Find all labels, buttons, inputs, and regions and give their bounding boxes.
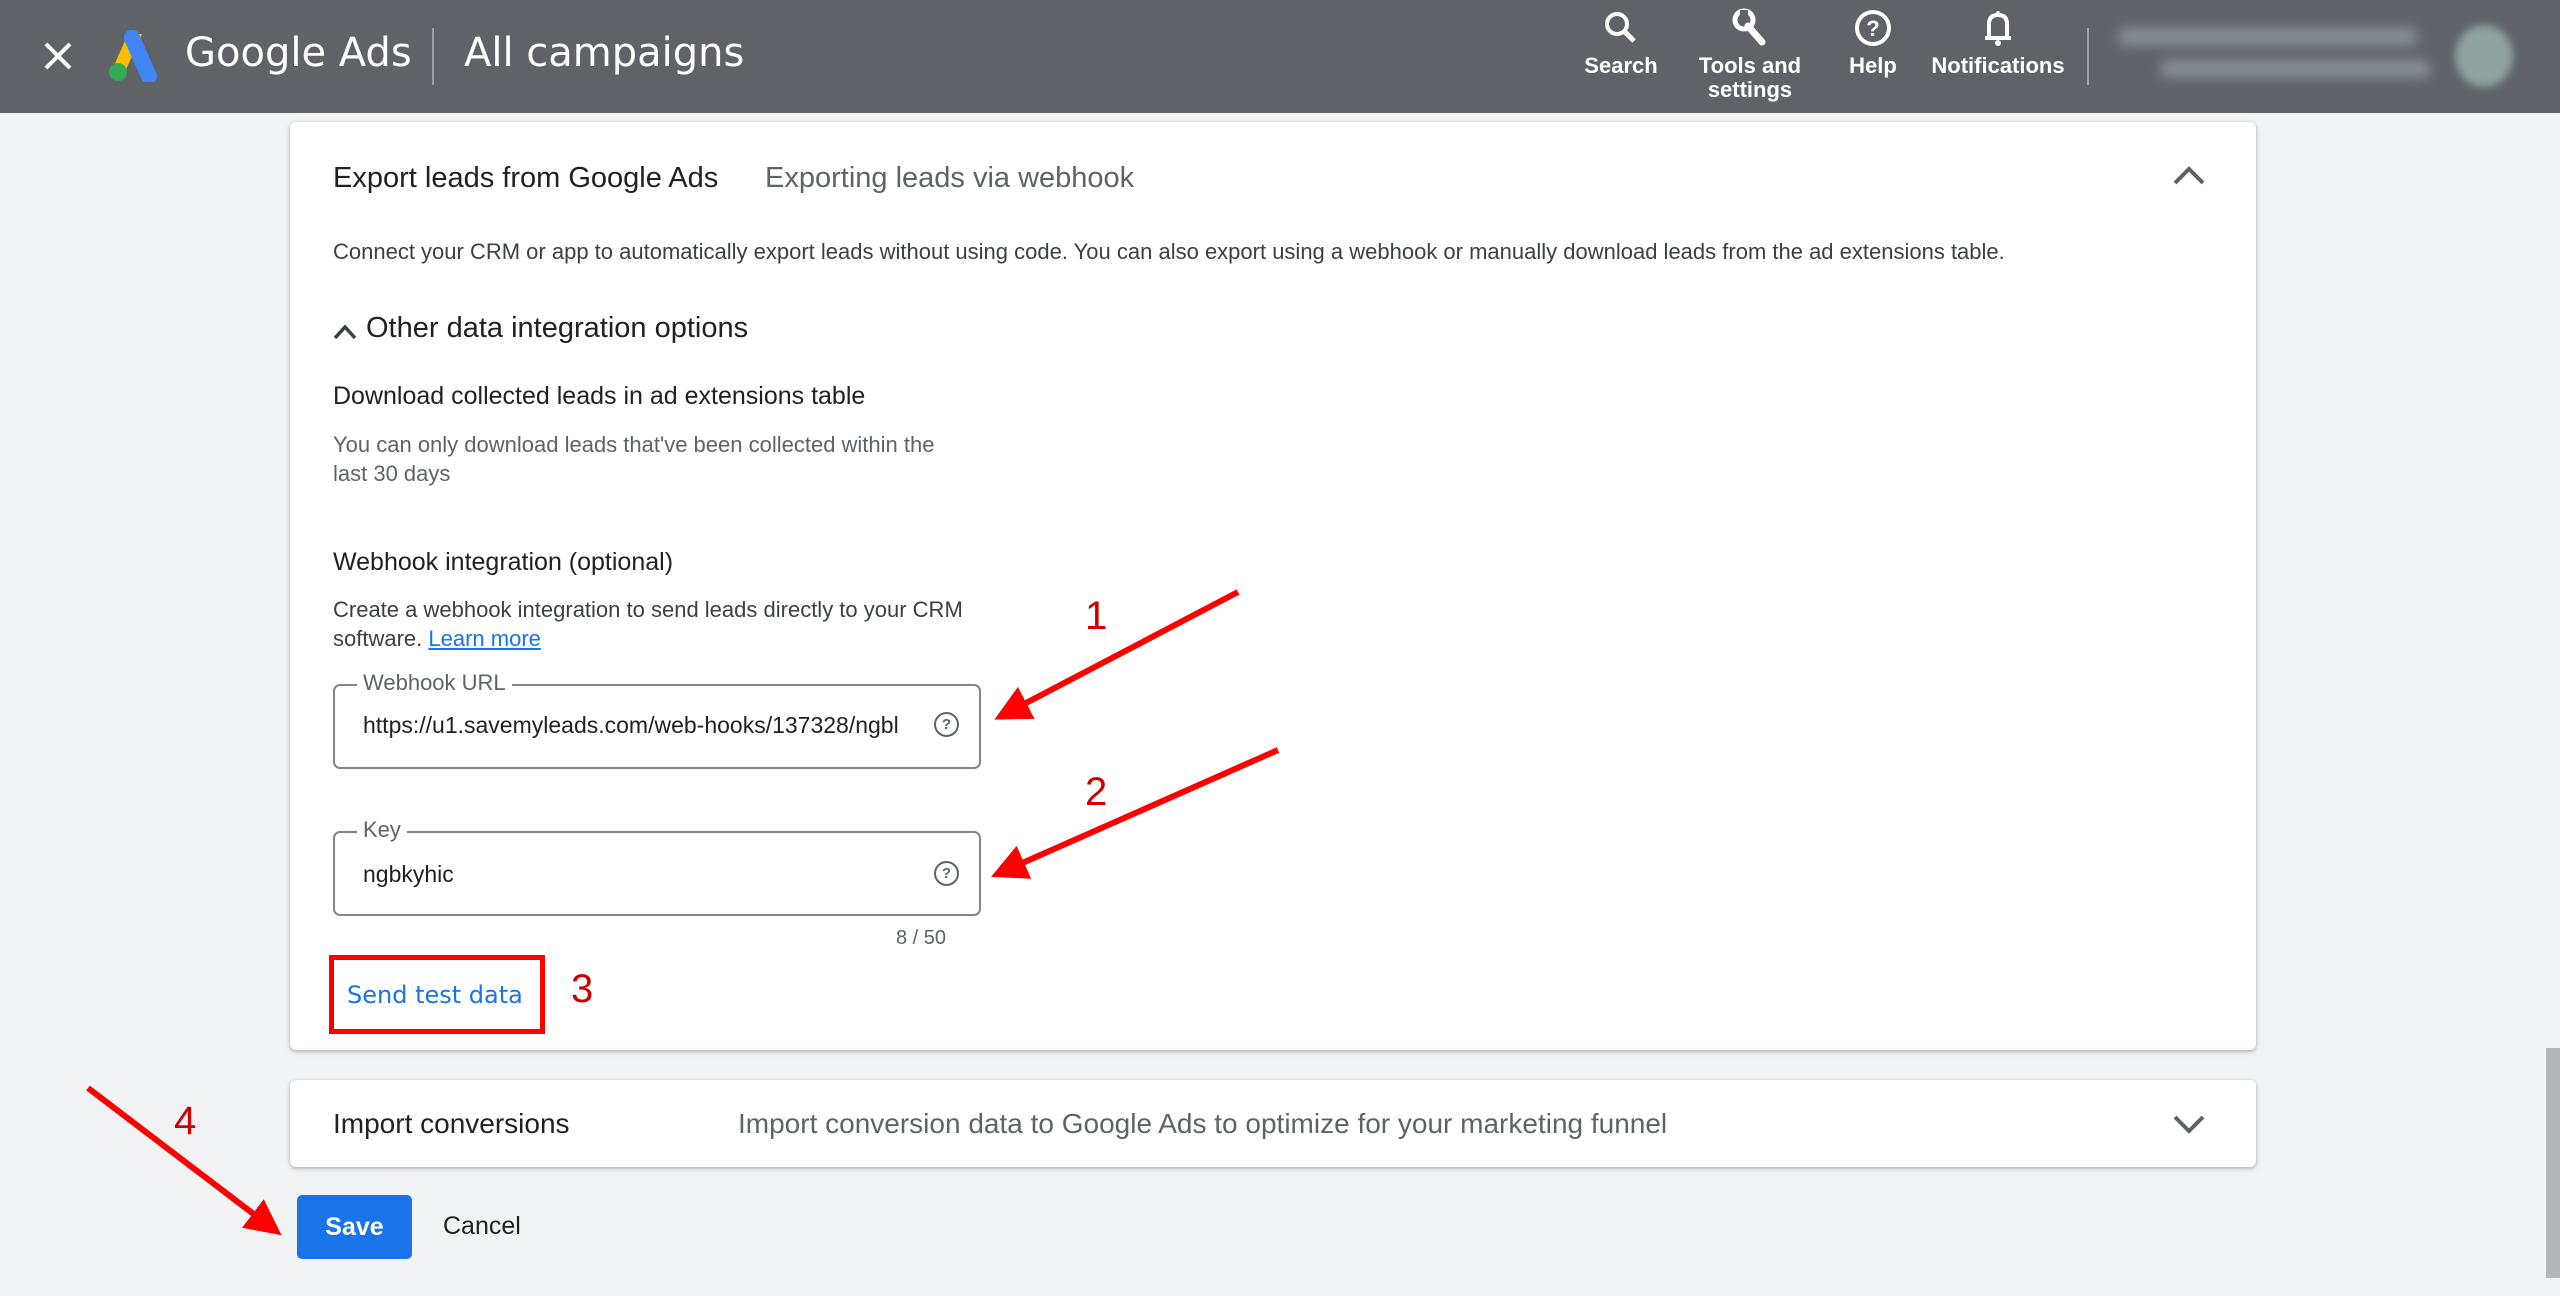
bell-icon: [1985, 11, 2011, 46]
annotation-step-3: 3: [571, 967, 594, 1011]
annotation-step-1: 1: [1085, 594, 1108, 638]
webhook-url-input[interactable]: https://u1.savemyleads.com/web-hooks/137…: [363, 712, 925, 739]
nav-tools-and-settings[interactable]: Tools and settings: [1695, 8, 1805, 102]
header-divider-right: [2087, 28, 2089, 85]
account-info[interactable]: [2110, 20, 2440, 90]
wrench-icon: [1732, 8, 1766, 46]
learn-more-link[interactable]: Learn more: [428, 626, 541, 651]
key-char-counter: 8 / 50: [896, 927, 947, 949]
webhook-desc-software: software.: [333, 626, 423, 651]
webhook-url-label: Webhook URL: [357, 670, 512, 696]
nav-notifications[interactable]: Notifications: [1928, 8, 2068, 78]
account-email-blurred: [2160, 60, 2430, 78]
annotation-step-2: 2: [1085, 770, 1108, 814]
cancel-button[interactable]: Cancel: [443, 1212, 521, 1241]
save-button[interactable]: Save: [297, 1195, 412, 1259]
import-conversions-card[interactable]: Import conversions Import conversion dat…: [290, 1080, 2256, 1167]
nav-search-label: Search: [1584, 53, 1658, 78]
help-icon[interactable]: ?: [934, 712, 959, 737]
nav-notifications-label: Notifications: [1931, 53, 2065, 78]
key-field[interactable]: Key ngbkyhic ?: [333, 817, 981, 916]
webhook-url-field[interactable]: Webhook URL https://u1.savemyleads.com/w…: [333, 670, 981, 769]
google-ads-logo: [108, 29, 166, 85]
save-button-label: Save: [325, 1213, 384, 1241]
other-options-toggle[interactable]: Other data integration options: [330, 310, 850, 350]
help-icon[interactable]: ?: [934, 861, 959, 886]
scrollbar-thumb[interactable]: [2546, 1048, 2560, 1278]
close-button[interactable]: [40, 38, 76, 74]
nav-search[interactable]: Search: [1580, 8, 1662, 78]
chevron-up-icon: [2173, 166, 2205, 185]
export-card-subtitle: Exporting leads via webhook: [765, 162, 1135, 194]
annotation-box-send-test: [329, 955, 545, 1034]
export-card-title: Export leads from Google Ads: [333, 162, 719, 194]
nav-help-label: Help: [1849, 53, 1897, 78]
import-card-subtitle: Import conversion data to Google Ads to …: [738, 1108, 1668, 1139]
top-app-bar: Google Ads All campaigns Search Tools an…: [0, 0, 2560, 113]
webhook-heading: Webhook integration (optional): [333, 548, 674, 576]
svg-text:?: ?: [1866, 16, 1879, 41]
other-options-label: Other data integration options: [366, 312, 749, 344]
download-heading: Download collected leads in ad extension…: [333, 382, 866, 410]
expand-button[interactable]: [2172, 1112, 2206, 1136]
download-desc-line1: You can only download leads that've been…: [333, 432, 935, 457]
header-divider: [432, 28, 434, 85]
chevron-up-icon: [333, 324, 357, 340]
download-desc-line2: last 30 days: [333, 461, 451, 486]
webhook-desc-line1: Create a webhook integration to send lea…: [333, 597, 963, 622]
annotation-step-4: 4: [174, 1099, 197, 1143]
account-name-blurred: [2118, 28, 2418, 46]
import-card-title: Import conversions: [333, 1108, 570, 1139]
nav-tools-label-line1: Tools and: [1698, 53, 1802, 78]
key-input[interactable]: ngbkyhic: [363, 861, 863, 888]
export-card-description: Connect your CRM or app to automatically…: [333, 239, 2005, 264]
close-icon: [44, 42, 72, 70]
webhook-desc-line2: software. Learn more: [333, 626, 541, 652]
nav-help[interactable]: ? Help: [1840, 8, 1906, 78]
avatar[interactable]: [2455, 25, 2513, 87]
search-icon: [1605, 12, 1636, 43]
page-title: All campaigns: [464, 30, 745, 76]
export-leads-card: Export leads from Google Ads Exporting l…: [290, 122, 2256, 1050]
nav-tools-label-line2: settings: [1707, 77, 1793, 102]
key-label: Key: [357, 817, 407, 843]
product-name: Google Ads: [185, 30, 412, 76]
collapse-button[interactable]: [2172, 164, 2206, 188]
chevron-down-icon: [2173, 1115, 2205, 1134]
help-icon: ?: [1855, 10, 1891, 46]
